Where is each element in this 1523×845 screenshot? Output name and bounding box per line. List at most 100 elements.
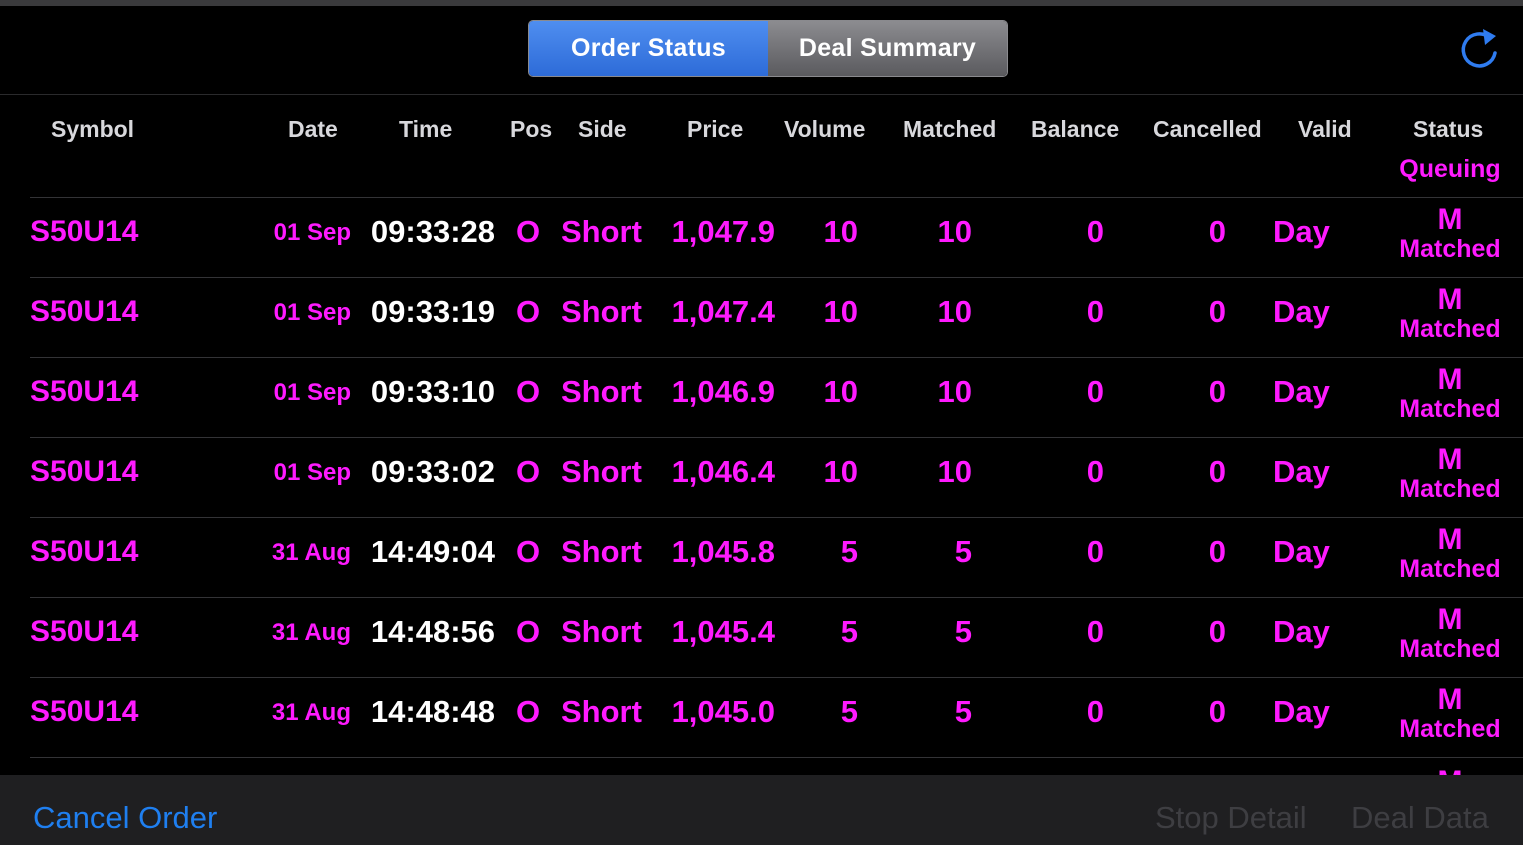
cell-volume: 5 (840, 694, 858, 729)
cell-valid: Day (1273, 614, 1330, 649)
cell-valid: Day (1273, 374, 1330, 409)
cell-side: Short (561, 374, 642, 409)
cell-balance: 0 (1086, 534, 1104, 569)
cell-price: 1,047.9 (671, 214, 775, 249)
cell-volume: 10 (823, 454, 858, 489)
cell-symbol: S50U14 (30, 295, 139, 328)
status-text: Matched (1399, 635, 1501, 663)
cell-side: Short (561, 454, 642, 489)
cell-date: 01 Sep (273, 379, 351, 406)
cell-price: 1,045.0 (671, 694, 775, 729)
cell-cancelled: 0 (1208, 454, 1226, 489)
cell-side: Short (561, 614, 642, 649)
cell-volume: 10 (823, 214, 858, 249)
cell-volume: 5 (840, 534, 858, 569)
cell-pos: O (516, 534, 541, 569)
table-row[interactable]: S50U14 01 Sep 09:33:19 O Short 1,047.4 1… (0, 277, 1523, 357)
cell-valid: Day (1273, 694, 1330, 729)
cell-date: 01 Sep (273, 459, 351, 486)
status-code: M (1437, 603, 1463, 636)
table-row[interactable]: S50U14 31 Aug 14:49:04 O Short 1,045.8 5… (0, 517, 1523, 597)
cell-volume: 10 (823, 294, 858, 329)
cell-time: 09:33:28 (370, 214, 495, 249)
cell-date: 01 Sep (273, 299, 351, 326)
status-code: M (1437, 443, 1463, 476)
status-code-partial: M (1380, 765, 1520, 775)
cell-volume: 10 (823, 374, 858, 409)
status-text-partial: Queuing (1399, 155, 1501, 183)
cell-matched: 10 (937, 214, 972, 249)
cell-symbol: S50U14 (30, 375, 139, 408)
cell-date: 31 Aug (271, 699, 351, 726)
status-text: Matched (1399, 395, 1501, 423)
cell-cancelled: 0 (1208, 694, 1226, 729)
cell-pos: O (516, 214, 541, 249)
table-row[interactable]: S50U14 01 Sep 09:33:28 O Short 1,047.9 1… (0, 197, 1523, 277)
cell-cancelled: 0 (1208, 214, 1226, 249)
cell-time: 14:48:56 (370, 614, 495, 649)
cell-side: Short (561, 534, 642, 569)
cancel-order-button[interactable]: Cancel Order (33, 800, 217, 836)
order-status-screen: Order Status Deal Summary Symbol Date Ti… (0, 0, 1523, 845)
cell-date: 31 Aug (271, 619, 351, 646)
cell-price: 1,045.8 (671, 534, 775, 569)
cell-matched: 10 (937, 374, 972, 409)
cell-time: 09:33:02 (370, 454, 495, 489)
cell-balance: 0 (1086, 614, 1104, 649)
cell-pos: O (516, 294, 541, 329)
cell-date: 31 Aug (271, 539, 351, 566)
table-row-partial-top[interactable]: Queuing (0, 117, 1523, 197)
status-text: Matched (1399, 555, 1501, 583)
cell-cancelled: 0 (1208, 374, 1226, 409)
cell-side: Short (561, 294, 642, 329)
status-code: M (1437, 203, 1463, 236)
order-list[interactable]: Queuing S50U14 01 Sep 09:33:28 O Short 1… (0, 0, 1523, 775)
cell-price: 1,045.4 (671, 614, 775, 649)
cell-balance: 0 (1086, 294, 1104, 329)
cell-matched: 5 (954, 694, 972, 729)
cell-balance: 0 (1086, 694, 1104, 729)
status-code: M (1437, 683, 1463, 716)
cell-pos: O (516, 454, 541, 489)
cell-balance: 0 (1086, 454, 1104, 489)
cell-balance: 0 (1086, 374, 1104, 409)
cell-date: 01 Sep (273, 219, 351, 246)
cell-price: 1,047.4 (671, 294, 775, 329)
cell-pos: O (516, 614, 541, 649)
status-text: Matched (1399, 315, 1501, 343)
table-row[interactable]: S50U14 31 Aug 14:48:56 O Short 1,045.4 5… (0, 597, 1523, 677)
cell-valid: Day (1273, 294, 1330, 329)
cell-matched: 5 (954, 534, 972, 569)
cell-symbol: S50U14 (30, 535, 139, 568)
table-row[interactable]: S50U14 31 Aug 14:48:48 O Short 1,045.0 5… (0, 677, 1523, 757)
table-row-partial-bottom[interactable]: M (0, 757, 1523, 775)
cell-price: 1,046.4 (671, 454, 775, 489)
cell-valid: Day (1273, 454, 1330, 489)
stop-detail-button[interactable]: Stop Detail (1155, 800, 1307, 836)
cell-price: 1,046.9 (671, 374, 775, 409)
table-row[interactable]: S50U14 01 Sep 09:33:02 O Short 1,046.4 1… (0, 437, 1523, 517)
status-text: Matched (1399, 475, 1501, 503)
status-code: M (1437, 523, 1463, 556)
cell-time: 09:33:10 (370, 374, 495, 409)
cell-balance: 0 (1086, 214, 1104, 249)
cell-side: Short (561, 214, 642, 249)
cell-volume: 5 (840, 614, 858, 649)
cell-valid: Day (1273, 214, 1330, 249)
cell-cancelled: 0 (1208, 294, 1226, 329)
status-code: M (1437, 283, 1463, 316)
cell-pos: O (516, 374, 541, 409)
cell-time: 14:48:48 (370, 694, 495, 729)
cell-cancelled: 0 (1208, 534, 1226, 569)
cell-side: Short (561, 694, 642, 729)
cell-time: 09:33:19 (370, 294, 495, 329)
cell-symbol: S50U14 (30, 615, 139, 648)
cell-matched: 10 (937, 294, 972, 329)
table-row[interactable]: S50U14 01 Sep 09:33:10 O Short 1,046.9 1… (0, 357, 1523, 437)
deal-data-button[interactable]: Deal Data (1351, 800, 1489, 836)
cell-matched: 10 (937, 454, 972, 489)
cell-symbol: S50U14 (30, 455, 139, 488)
cell-symbol: S50U14 (30, 695, 139, 728)
status-text: Matched (1399, 715, 1501, 743)
status-text: Matched (1399, 235, 1501, 263)
